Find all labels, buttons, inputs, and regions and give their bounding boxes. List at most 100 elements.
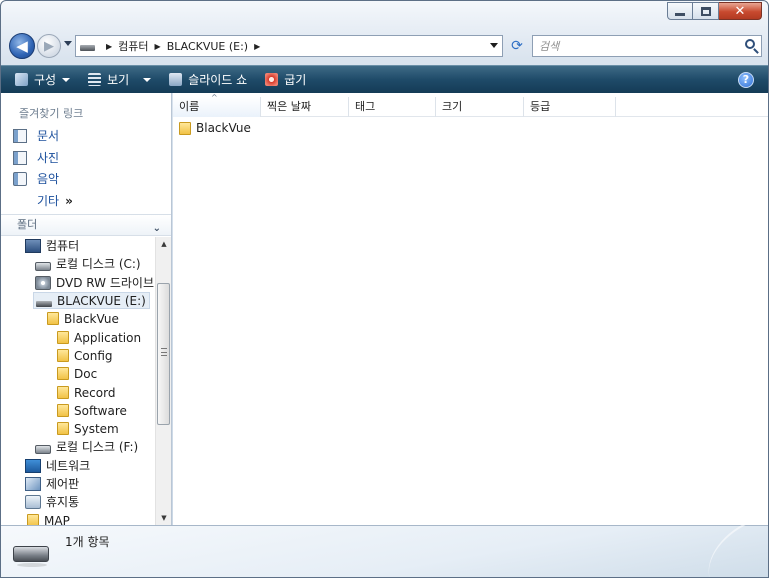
breadcrumb-computer[interactable]: 컴퓨터 <box>118 38 148 54</box>
tree-item-label: 로컬 디스크 (F:) <box>56 440 139 454</box>
favorite-links-heading: 즐겨찾기 링크 <box>19 107 84 120</box>
tree-item-local-disk-f[interactable]: 로컬 디스크 (F:) <box>35 438 138 455</box>
recent-pages-dropdown[interactable] <box>64 41 72 46</box>
scroll-up-arrow-icon[interactable]: ▲ <box>156 237 172 251</box>
explorer-window: ✕ ◀ ▶ ▶ 컴퓨터 ▶ BLACKVUE (E:) ▶ ⟳ 검색 구성 보기 <box>0 0 769 578</box>
chevron-right-icon[interactable]: ▶ <box>254 42 260 51</box>
column-headers: ^ 이름 찍은 날짜 태그 크기 등급 <box>173 94 768 117</box>
views-button[interactable]: 보기 <box>88 71 152 88</box>
documents-icon <box>13 128 27 143</box>
favorite-link-label: 사진 <box>37 151 60 165</box>
removable-drive-icon <box>13 546 49 567</box>
minimize-button[interactable] <box>667 2 693 20</box>
scrollbar-thumb[interactable] <box>157 283 170 425</box>
tree-item-map[interactable]: MAP <box>25 512 70 525</box>
tree-item-label: 컴퓨터 <box>46 239 80 253</box>
folder-tree: 컴퓨터 로컬 디스크 (C:) DVD RW 드라이브 BLACKVUE (E:… <box>1 237 155 525</box>
folder-icon <box>57 331 69 344</box>
file-name: BlackVue <box>196 121 251 135</box>
control-panel-icon <box>25 476 41 491</box>
tree-item-label: 로컬 디스크 (C:) <box>56 257 141 271</box>
folder-icon <box>27 514 39 525</box>
tree-item-record[interactable]: Record <box>55 384 115 401</box>
breadcrumb-drive[interactable]: BLACKVUE (E:) <box>167 40 248 53</box>
details-pane: 1개 항목 <box>1 521 768 577</box>
help-button[interactable]: ? <box>738 72 754 88</box>
favorite-link-documents[interactable]: 문서 <box>13 127 59 144</box>
tree-item-recycle-bin[interactable]: 휴지통 <box>25 493 79 510</box>
folders-section-header[interactable]: 폴더 ⌄ <box>1 214 171 236</box>
address-history-dropdown[interactable] <box>490 43 498 48</box>
tree-item-application[interactable]: Application <box>55 329 141 346</box>
search-input[interactable]: 검색 <box>532 35 762 57</box>
tree-item-label: 네트워크 <box>46 459 91 473</box>
double-chevron-icon: » <box>65 194 73 208</box>
network-icon <box>25 458 41 473</box>
chevron-down-icon[interactable]: ⌄ <box>153 219 161 239</box>
help-icon: ? <box>742 73 750 86</box>
tree-item-software[interactable]: Software <box>55 402 127 419</box>
tree-item-system[interactable]: System <box>55 420 119 437</box>
tree-item-dvd-drive[interactable]: DVD RW 드라이브 <box>35 274 154 291</box>
refresh-button[interactable]: ⟳ <box>506 36 528 56</box>
scroll-down-arrow-icon[interactable]: ▼ <box>156 511 172 525</box>
favorite-link-label: 문서 <box>37 129 60 143</box>
column-header-date-taken[interactable]: 찍은 날짜 <box>261 97 349 117</box>
chevron-down-icon <box>143 77 152 82</box>
chevron-right-icon[interactable]: ▶ <box>106 42 112 51</box>
tree-item-config[interactable]: Config <box>55 347 113 364</box>
slideshow-icon <box>169 73 183 86</box>
forward-button[interactable]: ▶ <box>37 34 61 58</box>
column-header-name[interactable]: ^ 이름 <box>173 94 261 117</box>
grip-icon <box>161 348 167 356</box>
views-icon <box>88 73 102 86</box>
maximize-icon <box>700 6 711 16</box>
column-header-size[interactable]: 크기 <box>436 97 524 117</box>
slideshow-label: 슬라이드 쇼 <box>188 73 248 87</box>
column-header-rating[interactable]: 등급 <box>524 97 616 117</box>
search-icon[interactable] <box>745 39 755 49</box>
folder-icon <box>57 367 69 380</box>
organize-label: 구성 <box>34 73 57 87</box>
navigation-bar: ◀ ▶ ▶ 컴퓨터 ▶ BLACKVUE (E:) ▶ ⟳ 검색 <box>1 31 768 61</box>
back-button[interactable]: ◀ <box>9 33 35 59</box>
favorite-links-more[interactable]: 기타 » <box>37 192 73 209</box>
tree-item-label: BLACKVUE (E:) <box>57 293 146 308</box>
tree-item-computer[interactable]: 컴퓨터 <box>25 237 79 254</box>
music-icon <box>13 171 27 186</box>
close-button[interactable]: ✕ <box>719 2 762 20</box>
tree-item-label: Record <box>74 385 116 400</box>
recycle-bin-icon <box>25 494 41 509</box>
folder-icon <box>57 386 69 399</box>
minimize-icon <box>675 12 685 16</box>
favorite-link-pictures[interactable]: 사진 <box>13 149 59 166</box>
burn-button[interactable]: 굽기 <box>265 71 306 88</box>
column-header-tags[interactable]: 태그 <box>349 97 436 117</box>
tree-item-label: BlackVue <box>64 311 119 326</box>
organize-button[interactable]: 구성 <box>15 71 71 88</box>
more-label: 기타 <box>37 194 60 208</box>
tree-item-label: Doc <box>74 366 98 381</box>
tree-item-blackvue-drive[interactable]: BLACKVUE (E:) <box>33 292 150 309</box>
burn-disc-icon <box>265 73 279 86</box>
tree-item-local-disk-c[interactable]: 로컬 디스크 (C:) <box>35 255 141 272</box>
pictures-icon <box>13 150 27 165</box>
tree-item-network[interactable]: 네트워크 <box>25 457 90 474</box>
slideshow-button[interactable]: 슬라이드 쇼 <box>169 71 247 88</box>
file-list-item[interactable]: BlackVue <box>177 120 251 136</box>
folder-icon <box>57 404 69 417</box>
search-placeholder: 검색 <box>539 40 560 53</box>
address-bar[interactable]: ▶ 컴퓨터 ▶ BLACKVUE (E:) ▶ <box>75 35 503 57</box>
maximize-button[interactable] <box>693 2 719 20</box>
favorite-link-music[interactable]: 음악 <box>13 170 59 187</box>
decorative-swoosh <box>694 521 766 577</box>
folder-tree-scrollbar[interactable]: ▲ ▼ <box>155 237 171 525</box>
tree-item-control-panel[interactable]: 제어판 <box>25 475 79 492</box>
caption-buttons: ✕ <box>667 2 762 20</box>
tree-item-blackvue-folder[interactable]: BlackVue <box>45 310 119 327</box>
drive-icon <box>80 45 95 51</box>
tree-item-doc[interactable]: Doc <box>55 365 97 382</box>
chevron-right-icon[interactable]: ▶ <box>155 42 161 51</box>
forward-arrow-icon: ▶ <box>44 38 54 54</box>
tree-item-label: DVD RW 드라이브 <box>56 276 154 290</box>
